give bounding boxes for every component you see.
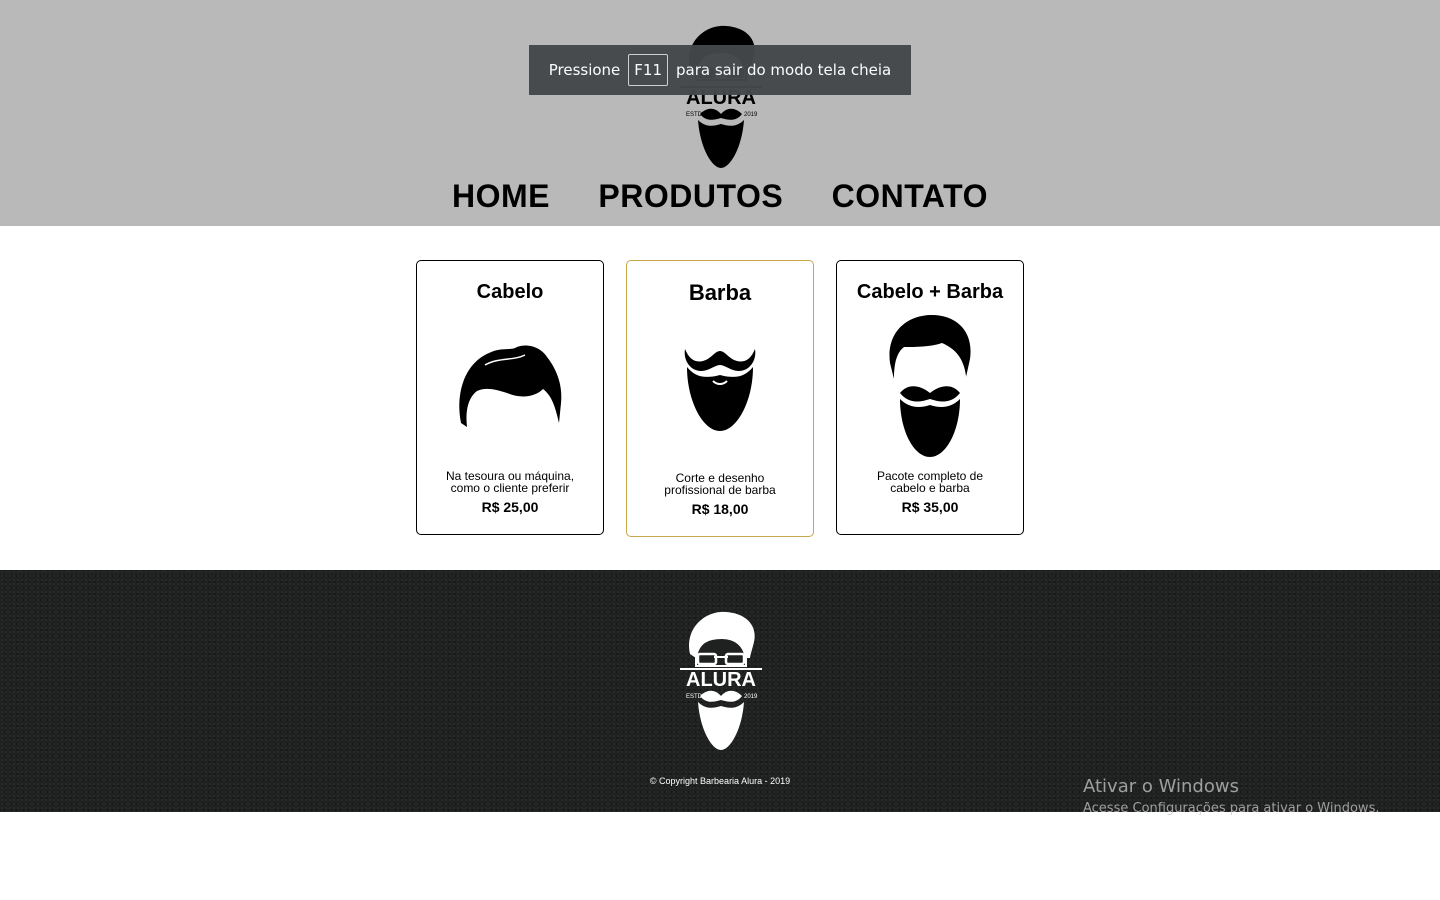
fullscreen-notice-text-after: para sair do modo tela cheia xyxy=(676,61,892,79)
f11-key: F11 xyxy=(628,54,668,86)
logo-year: 2019 xyxy=(744,112,758,118)
main-nav: HOME PRODUTOS CONTATO xyxy=(0,178,1440,215)
hair-and-beard-icon xyxy=(837,313,1023,459)
product-price: R$ 35,00 xyxy=(901,499,959,515)
site-header: ALURA ESTD 2019 HOME PRODUTOS CONTATO xyxy=(0,0,1440,226)
product-title: Cabelo + Barba xyxy=(856,281,1004,303)
nav-home[interactable]: HOME xyxy=(452,178,550,215)
product-card-cabelo[interactable]: Cabelo Na tesoura ou máquina, como o cli… xyxy=(416,260,604,535)
product-description: Corte e desenho profissional de barba xyxy=(664,471,776,497)
fullscreen-exit-notice: Pressione F11 para sair do modo tela che… xyxy=(529,45,911,95)
product-title: Cabelo xyxy=(476,281,544,303)
product-card-cabelo-barba[interactable]: Cabelo + Barba Pacote completo de cabelo… xyxy=(836,260,1024,535)
watermark-subtitle: Acesse Configurações para ativar o Windo… xyxy=(1083,801,1380,816)
footer-logo-year: 2019 xyxy=(744,694,758,700)
product-price: R$ 25,00 xyxy=(481,499,539,515)
windows-activation-watermark: Ativar o Windows Acesse Configurações pa… xyxy=(1083,776,1379,816)
product-title: Barba xyxy=(688,280,752,305)
product-description: Pacote completo de cabelo e barba xyxy=(876,469,984,495)
nav-produtos[interactable]: PRODUTOS xyxy=(598,178,783,215)
product-card-barba[interactable]: Barba Corte e desenho profissional de ba… xyxy=(626,260,814,537)
hair-icon xyxy=(417,343,603,429)
logo-estd: ESTD xyxy=(686,112,703,118)
footer-logo-estd: ESTD xyxy=(686,694,703,700)
footer-logo-brand: ALURA xyxy=(686,669,756,691)
product-description: Na tesoura ou máquina, como o cliente pr… xyxy=(445,469,575,495)
barber-logo-icon: ALURA ESTD 2019 xyxy=(680,611,762,750)
fullscreen-notice-text-before: Pressione xyxy=(548,61,621,79)
beard-icon xyxy=(627,341,813,433)
nav-contato[interactable]: CONTATO xyxy=(832,178,988,215)
product-price: R$ 18,00 xyxy=(691,501,749,517)
watermark-title: Ativar o Windows xyxy=(1083,776,1239,797)
